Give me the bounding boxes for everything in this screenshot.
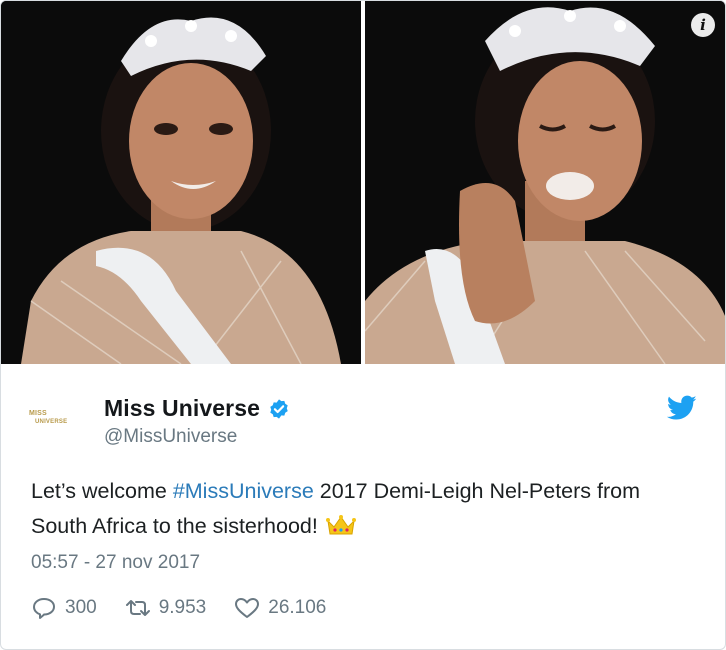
tweet-text-start: Let’s welcome (31, 479, 173, 503)
retweet-button[interactable]: 9.953 (125, 596, 207, 620)
reply-count: 300 (65, 597, 97, 618)
tweet-timestamp[interactable]: 05:57 - 27 nov 2017 (31, 552, 200, 574)
like-count: 26.106 (268, 597, 327, 618)
tweet-body: MISS UNIVERSE Miss Universe @MissUnivers… (1, 364, 725, 649)
verified-badge-icon (270, 398, 288, 419)
retweet-count: 9.953 (158, 597, 207, 618)
crown-emoji-icon (325, 515, 356, 535)
like-button[interactable]: 26.106 (234, 596, 326, 620)
reply-icon (33, 598, 55, 619)
photo-right[interactable] (365, 1, 725, 364)
avatar-logo-line2: UNIVERSE (35, 419, 68, 425)
photo-right-image (365, 1, 725, 364)
tweet-actions: 300 9.953 26.106 (31, 596, 354, 620)
avatar[interactable]: MISS UNIVERSE (29, 394, 77, 442)
name-row: Miss Universe (104, 395, 290, 422)
tweet-text: Let’s welcome #MissUniverse 2017 Demi-Le… (31, 474, 671, 544)
info-icon[interactable]: i (691, 13, 715, 37)
avatar-logo-line1: MISS (29, 410, 47, 417)
display-name[interactable]: Miss Universe (104, 395, 260, 422)
hashtag-link[interactable]: #MissUniverse (173, 479, 314, 503)
photo-left[interactable] (1, 1, 361, 364)
heart-icon (235, 598, 260, 618)
photo-left-image (1, 1, 361, 364)
tweet-card: i MISS UNIVERSE Miss Universe @MissUnive… (0, 0, 726, 650)
tweet-media: i (1, 1, 725, 364)
twitter-bird-icon[interactable] (667, 395, 697, 421)
retweet-icon (125, 600, 150, 616)
reply-button[interactable]: 300 (31, 596, 97, 620)
user-handle[interactable]: @MissUniverse (104, 426, 237, 448)
